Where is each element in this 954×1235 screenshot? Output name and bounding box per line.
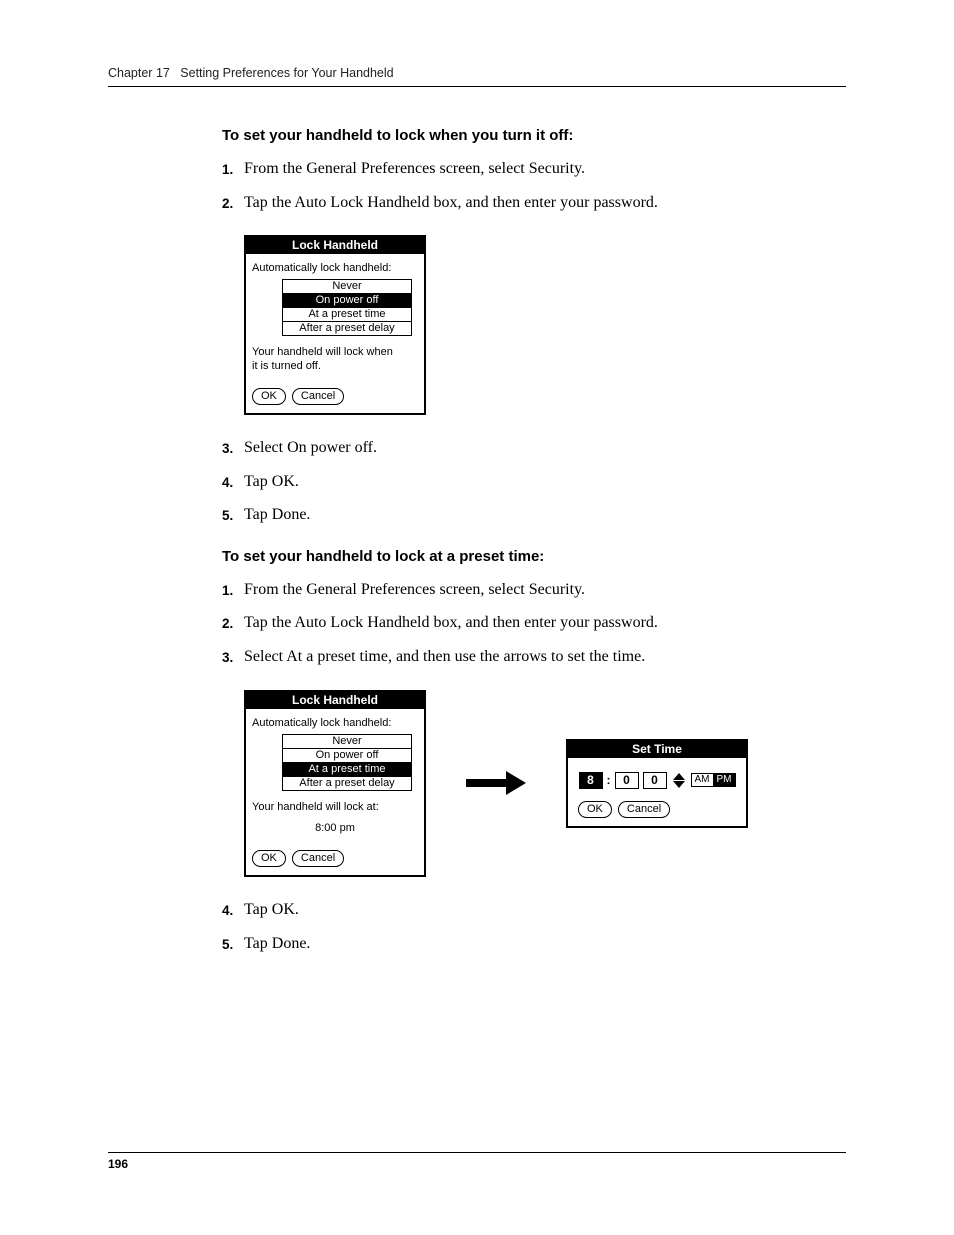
step-number: 5. — [222, 931, 244, 957]
dialog-message-line: it is turned off. — [252, 360, 321, 372]
option-on-power-off[interactable]: On power off — [282, 748, 412, 763]
step-text: Tap the Auto Lock Handheld box, and then… — [244, 610, 846, 636]
step-number: 2. — [222, 610, 244, 636]
step-item: 5.Tap Done. — [222, 502, 846, 528]
ok-button[interactable]: OK — [252, 388, 286, 405]
dialog-prompt: Automatically lock handheld: — [252, 717, 418, 729]
option-list: Never On power off At a preset time Afte… — [282, 279, 412, 336]
step-list: 4.Tap OK. 5.Tap Done. — [222, 897, 846, 956]
section-heading: To set your handheld to lock when you tu… — [222, 127, 846, 144]
time-row: 8 : 0 0 AM PM — [574, 772, 740, 789]
arrow-up-icon[interactable] — [673, 773, 685, 780]
time-colon: : — [607, 773, 611, 787]
dialog-message-line: Your handheld will lock at: — [252, 801, 379, 813]
step-text: From the General Preferences screen, sel… — [244, 156, 846, 182]
step-list: 1.From the General Preferences screen, s… — [222, 577, 846, 670]
step-text: Select At a preset time, and then use th… — [244, 644, 846, 670]
dialog-buttons: OK Cancel — [252, 850, 418, 867]
content-area: To set your handheld to lock when you tu… — [222, 127, 846, 957]
ok-button[interactable]: OK — [252, 850, 286, 867]
dialog-buttons: OK Cancel — [578, 801, 740, 818]
preset-time-value: 8:00 pm — [252, 822, 418, 836]
chapter-title: Setting Preferences for Your Handheld — [180, 66, 393, 80]
dialog-message: Your handheld will lock when it is turne… — [252, 346, 418, 374]
pm-option[interactable]: PM — [714, 773, 736, 787]
step-list: 3.Select On power off. 4.Tap OK. 5.Tap D… — [222, 435, 846, 528]
dialog-body: Automatically lock handheld: Never On po… — [246, 709, 424, 876]
dialog-buttons: OK Cancel — [252, 388, 418, 405]
step-item: 3.Select At a preset time, and then use … — [222, 644, 846, 670]
section-heading: To set your handheld to lock at a preset… — [222, 548, 846, 565]
step-item: 4.Tap OK. — [222, 469, 846, 495]
dialog-body: 8 : 0 0 AM PM OK — [568, 758, 746, 826]
dialog-message-line: Your handheld will lock when — [252, 346, 393, 358]
step-text: Tap Done. — [244, 502, 846, 528]
step-text: From the General Preferences screen, sel… — [244, 577, 846, 603]
lock-handheld-dialog: Lock Handheld Automatically lock handhel… — [244, 235, 426, 415]
ampm-toggle: AM PM — [691, 773, 736, 787]
option-never[interactable]: Never — [282, 279, 412, 294]
step-text: Tap Done. — [244, 931, 846, 957]
dialog-title: Set Time — [568, 741, 746, 758]
option-list: Never On power off At a preset time Afte… — [282, 734, 412, 791]
step-number: 1. — [222, 577, 244, 603]
page-number: 196 — [108, 1157, 128, 1171]
step-item: 3.Select On power off. — [222, 435, 846, 461]
step-text: Tap OK. — [244, 469, 846, 495]
minute-ones-field[interactable]: 0 — [643, 772, 667, 789]
manual-page: Chapter 17 Setting Preferences for Your … — [0, 0, 954, 1235]
dialog-title: Lock Handheld — [246, 692, 424, 709]
page-footer: 196 — [108, 1152, 846, 1171]
dialog-prompt: Automatically lock handheld: — [252, 262, 418, 274]
arrow-right-icon — [466, 775, 526, 791]
step-number: 2. — [222, 190, 244, 216]
cancel-button[interactable]: Cancel — [292, 850, 344, 867]
dialog-title: Lock Handheld — [246, 237, 424, 254]
running-header: Chapter 17 Setting Preferences for Your … — [108, 66, 846, 87]
option-after-preset-delay[interactable]: After a preset delay — [282, 776, 412, 791]
set-time-dialog: Set Time 8 : 0 0 AM PM — [566, 739, 748, 828]
ok-button[interactable]: OK — [578, 801, 612, 818]
dialog-body: Automatically lock handheld: Never On po… — [246, 254, 424, 413]
minute-tens-field[interactable]: 0 — [615, 772, 639, 789]
step-item: 1.From the General Preferences screen, s… — [222, 156, 846, 182]
step-number: 3. — [222, 644, 244, 670]
option-at-preset-time[interactable]: At a preset time — [282, 762, 412, 777]
step-text: Tap the Auto Lock Handheld box, and then… — [244, 190, 846, 216]
cancel-button[interactable]: Cancel — [618, 801, 670, 818]
step-number: 1. — [222, 156, 244, 182]
figure-row: Lock Handheld Automatically lock handhel… — [244, 690, 846, 878]
step-number: 4. — [222, 897, 244, 923]
lock-handheld-dialog: Lock Handheld Automatically lock handhel… — [244, 690, 426, 878]
step-item: 2.Tap the Auto Lock Handheld box, and th… — [222, 610, 846, 636]
step-list: 1.From the General Preferences screen, s… — [222, 156, 846, 215]
am-option[interactable]: AM — [691, 773, 714, 787]
step-number: 4. — [222, 469, 244, 495]
arrow-down-icon[interactable] — [673, 781, 685, 788]
hour-field[interactable]: 8 — [579, 772, 603, 789]
step-text: Select On power off. — [244, 435, 846, 461]
option-after-preset-delay[interactable]: After a preset delay — [282, 321, 412, 336]
step-item: 4.Tap OK. — [222, 897, 846, 923]
step-number: 5. — [222, 502, 244, 528]
step-item: 5.Tap Done. — [222, 931, 846, 957]
option-at-preset-time[interactable]: At a preset time — [282, 307, 412, 322]
cancel-button[interactable]: Cancel — [292, 388, 344, 405]
option-never[interactable]: Never — [282, 734, 412, 749]
step-item: 1.From the General Preferences screen, s… — [222, 577, 846, 603]
chapter-label: Chapter 17 — [108, 66, 170, 80]
option-on-power-off[interactable]: On power off — [282, 293, 412, 308]
step-text: Tap OK. — [244, 897, 846, 923]
step-item: 2.Tap the Auto Lock Handheld box, and th… — [222, 190, 846, 216]
figure: Lock Handheld Automatically lock handhel… — [244, 235, 846, 415]
time-spinner — [673, 773, 685, 788]
dialog-message: Your handheld will lock at: — [252, 801, 418, 815]
step-number: 3. — [222, 435, 244, 461]
